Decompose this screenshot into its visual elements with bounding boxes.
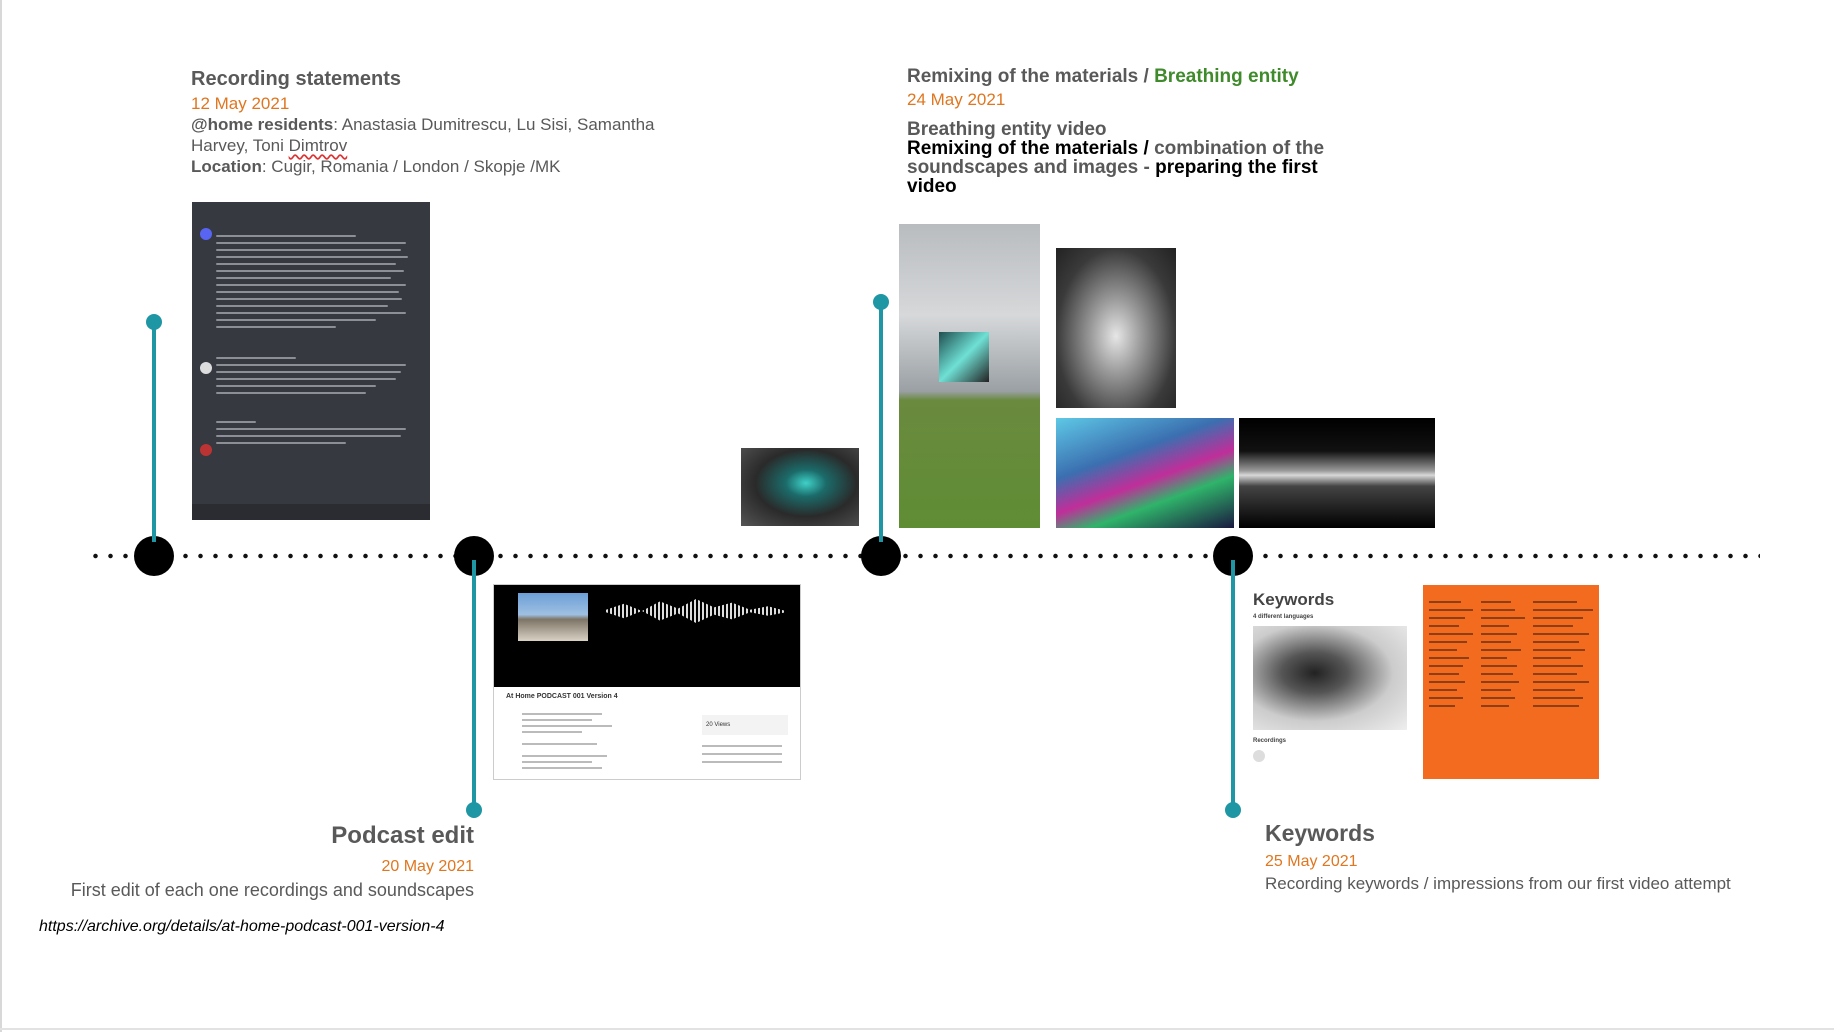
remix-title-b: Breathing entity	[1154, 66, 1299, 87]
location-value: : Cugir, Romania / London / Skopje /MK	[261, 157, 561, 176]
remix-image-hand	[1056, 248, 1176, 408]
remix-line2-a: soundscapes and images -	[907, 157, 1156, 178]
timeline-node-remix	[861, 536, 901, 576]
podcast-views-badge: 20 Views	[702, 715, 788, 735]
recording-residents: @home residents: Anastasia Dumitrescu, L…	[191, 114, 751, 135]
keywords-card-subtitle: 4 different languages	[1253, 614, 1314, 620]
stem-keywords	[1231, 560, 1235, 810]
podcast-description: First edit of each one recordings and so…	[70, 880, 474, 900]
page-edge-left	[0, 0, 2, 1032]
remix-text-block: Remixing of the materials / Breathing en…	[907, 66, 1427, 196]
recording-text-block: Recording statements 12 May 2021 @home r…	[191, 68, 751, 177]
stem-remix	[879, 302, 883, 542]
page-edge-bottom	[0, 1028, 1834, 1030]
remix-description: Breathing entity video Remixing of the m…	[907, 120, 1427, 196]
recording-title: Recording statements	[191, 68, 402, 90]
remix-line1-b: combination of the	[1154, 138, 1325, 159]
keywords-date: 25 May 2021	[1265, 853, 1358, 870]
keywords-list-columns	[1429, 595, 1593, 707]
keywords-card-recordings: Recordings	[1253, 738, 1287, 744]
remix-image-field	[899, 224, 1040, 528]
remix-date: 24 May 2021	[907, 90, 1006, 109]
podcast-player-header	[494, 585, 800, 687]
keywords-text-block: Keywords 25 May 2021 Recording keywords …	[1265, 820, 1805, 894]
keywords-tree-image	[1253, 626, 1407, 730]
residents-name-misspelled: Dimtrov	[288, 136, 348, 155]
podcast-cover-image	[518, 593, 588, 641]
podcast-player-screenshot: At Home PODCAST 001 Version 4 20 Views	[493, 584, 801, 780]
recording-location: Location: Cugir, Romania / London / Skop…	[191, 156, 751, 177]
podcast-archive-link[interactable]: https://archive.org/details/at-home-podc…	[39, 918, 445, 936]
remix-image-monochrome	[1239, 418, 1435, 528]
podcast-date: 20 May 2021	[381, 858, 474, 875]
keywords-description: Recording keywords / impressions from ou…	[1265, 874, 1731, 893]
speaker-icon[interactable]	[1253, 750, 1265, 762]
remix-image-field-screen	[939, 332, 989, 382]
timeline-node-recording	[134, 536, 174, 576]
stem-knob-remix	[873, 294, 889, 310]
keywords-card-title: Keywords	[1253, 590, 1335, 609]
residents-line1: : Anastasia Dumitrescu, Lu Sisi, Samanth…	[333, 115, 655, 134]
remix-line2-b: preparing the first	[1155, 157, 1318, 178]
remix-image-glitch	[1056, 418, 1234, 528]
podcast-text-block: Podcast edit 20 May 2021 First edit of e…	[20, 822, 474, 901]
stem-knob-recording	[146, 314, 162, 330]
remix-title: Remixing of the materials / Breathing en…	[907, 66, 1427, 88]
recording-residents-cont: Harvey, Toni Dimtrov	[191, 135, 751, 156]
keywords-card-screenshot: Keywords 4 different languages Recording…	[1253, 590, 1413, 774]
stem-knob-podcast	[466, 802, 482, 818]
timeline-dotted-line	[88, 553, 1760, 559]
keywords-title: Keywords	[1265, 820, 1375, 846]
stem-knob-keywords	[1225, 802, 1241, 818]
podcast-title: Podcast edit	[331, 822, 474, 849]
remix-title-a: Remixing of the materials /	[907, 66, 1155, 87]
audio-waveform	[606, 599, 786, 623]
location-label: Location	[191, 157, 262, 176]
remix-line3: video	[907, 176, 957, 197]
chat-input-bar	[192, 504, 430, 520]
stem-podcast	[472, 560, 476, 810]
chat-screenshot-image	[192, 202, 430, 520]
keywords-orange-list-image	[1423, 585, 1599, 779]
remix-video-title: Breathing entity video	[907, 119, 1107, 140]
chat-avatar-icon	[200, 444, 212, 456]
stem-recording	[152, 322, 156, 542]
recording-date: 12 May 2021	[191, 94, 290, 113]
chat-avatar-icon	[200, 362, 212, 374]
chat-avatar-icon	[200, 228, 212, 240]
remix-image-teal-frame	[741, 448, 859, 526]
residents-line2: Harvey, Toni	[191, 136, 289, 155]
residents-label: @home residents	[191, 115, 334, 134]
podcast-player-title: At Home PODCAST 001 Version 4	[506, 693, 618, 700]
remix-line1-a: Remixing of the materials /	[907, 138, 1155, 159]
